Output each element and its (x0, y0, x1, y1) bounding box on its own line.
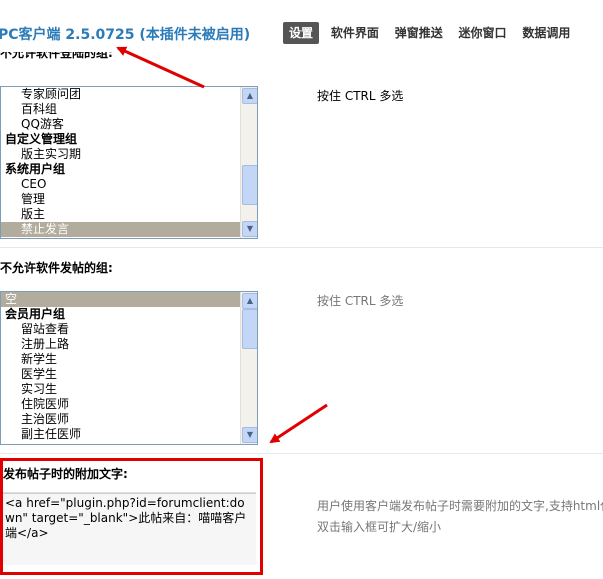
scroll-down-icon[interactable]: ▼ (242, 221, 257, 237)
login-groups-hint: 按住 CTRL 多选 (317, 89, 404, 103)
list-option[interactable]: 版主 (1, 207, 240, 222)
tab-software-ui[interactable]: 软件界面 (327, 22, 383, 44)
list-option[interactable]: 禁止发言 (1, 222, 240, 237)
scrollbar-thumb[interactable] (242, 309, 257, 349)
tab-settings[interactable]: 设置 (283, 22, 320, 44)
tab-popup-push[interactable]: 弹窗推送 (391, 22, 447, 44)
scroll-up-icon[interactable]: ▲ (242, 293, 257, 309)
tab-bar: 设置 软件界面 弹窗推送 迷你窗口 数据调用 (283, 22, 578, 46)
post-groups-hint: 按住 CTRL 多选 (317, 294, 404, 308)
app-title: PC客户端 2.5.0725 (本插件未被启用) (0, 27, 251, 43)
list-option[interactable]: 注册上路 (1, 337, 240, 352)
attach-text-hint-2: 双击输入框可扩大/缩小 (317, 520, 442, 534)
scrollbar-thumb[interactable] (242, 165, 257, 205)
list-option[interactable]: 留站查看 (1, 322, 240, 337)
list-option[interactable]: 住院医师 (1, 397, 240, 412)
highlight-box (0, 458, 263, 575)
list-option[interactable]: 版主实习期 (1, 147, 240, 162)
option-group-label: 会员用户组 (5, 307, 66, 321)
attach-text-hint: 用户使用客户端发布帖子时需要附加的文字,支持html代 (317, 499, 603, 513)
post-groups-listbox[interactable]: 空会员用户组 留站查看 注册上路 新学生 医学生 实习生 住院医师 主治医师 副主任医师 ▲ ▼ (0, 291, 258, 445)
login-groups-label: 不允许软件登陆的组: (0, 52, 113, 60)
list-option[interactable]: 主治医师 (1, 412, 240, 427)
login-groups-listbox[interactable]: 专家顾问团 百科组 QQ游客 自定义管理组 版主实习期 系统用户组 CEO 管理 版主 禁止发言 … (0, 86, 258, 239)
section-divider (0, 247, 603, 248)
login-groups-scrollbar[interactable]: ▲ ▼ (240, 87, 257, 238)
tab-data-call[interactable]: 数据调用 (518, 22, 574, 44)
header-bar: PC客户端 2.5.0725 (本插件未被启用) 设置 软件界面 弹窗推送 迷你… (0, 20, 603, 48)
list-option[interactable]: 空 (1, 292, 240, 307)
section-divider (0, 453, 603, 454)
list-option[interactable]: CEO (1, 177, 240, 192)
list-option[interactable]: 百科组 (1, 102, 240, 117)
tab-mini-window[interactable]: 迷你窗口 (455, 22, 511, 44)
list-option[interactable]: 副主任医师 (1, 427, 240, 442)
list-option[interactable]: 专家顾问团 (1, 87, 240, 102)
scroll-down-icon[interactable]: ▼ (242, 427, 257, 443)
option-group-label: 系统用户组 (5, 162, 66, 176)
post-groups-label: 不允许软件发帖的组: (0, 261, 113, 275)
list-option[interactable]: 新学生 (1, 352, 240, 367)
list-option[interactable]: QQ游客 (1, 117, 240, 132)
list-option[interactable]: 实习生 (1, 382, 240, 397)
scroll-up-icon[interactable]: ▲ (242, 88, 257, 104)
list-option[interactable]: 管理 (1, 192, 240, 207)
post-groups-options: 空会员用户组 留站查看 注册上路 新学生 医学生 实习生 住院医师 主治医师 副主任医师 (1, 292, 240, 442)
list-option[interactable]: 医学生 (1, 367, 240, 382)
option-group-label: 自定义管理组 (5, 132, 78, 146)
post-groups-scrollbar[interactable]: ▲ ▼ (240, 292, 257, 444)
login-groups-options: 专家顾问团 百科组 QQ游客 自定义管理组 版主实习期 系统用户组 CEO 管理 版主 禁止发言 (1, 87, 240, 237)
